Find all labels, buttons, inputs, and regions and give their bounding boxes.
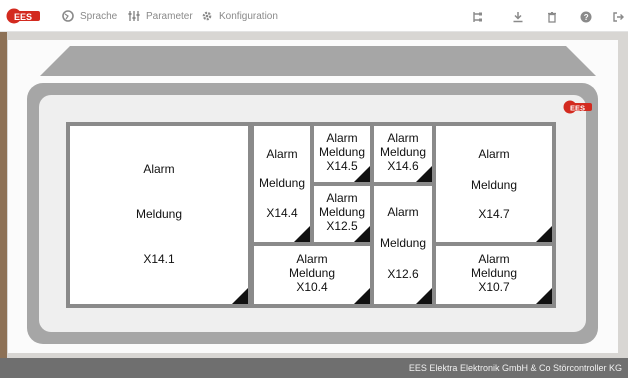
tree-icon[interactable] xyxy=(472,10,484,22)
controller-top-hood xyxy=(40,46,596,76)
alarm-label: Alarm xyxy=(387,131,419,145)
top-navigation-bar: EES Sprache Parameter Konfiguration ? xyxy=(0,0,628,32)
alarm-tile-x14-6[interactable]: Alarm Meldung X14.6 xyxy=(374,126,432,182)
alarm-tile-x14-1[interactable]: Alarm Meldung X14.1 xyxy=(70,126,248,304)
corner-triangle-icon xyxy=(354,226,370,242)
alarm-label: Alarm xyxy=(478,252,510,266)
panel-ees-logo: EES xyxy=(563,100,593,114)
corner-triangle-icon xyxy=(232,288,248,304)
nav-konfiguration-label: Konfiguration xyxy=(219,10,278,22)
meldung-label: Meldung xyxy=(258,176,306,190)
tile-id-label: X10.4 xyxy=(296,280,328,294)
corner-triangle-icon xyxy=(294,226,310,242)
meldung-label: Meldung xyxy=(288,266,336,280)
left-edge-strip xyxy=(0,32,7,358)
nav-parameter-label: Parameter xyxy=(146,10,193,22)
tile-id-label: X14.1 xyxy=(143,252,175,266)
meldung-label: Meldung xyxy=(318,205,366,219)
footer-company-text: EES Elektra Elektronik GmbH & Co Störcon… xyxy=(408,363,622,373)
tile-id-label: X14.4 xyxy=(266,206,298,220)
nav-sprache[interactable]: Sprache xyxy=(62,9,117,23)
logout-icon[interactable] xyxy=(612,10,624,22)
nav-konfiguration[interactable]: Konfiguration xyxy=(201,9,278,23)
download-icon[interactable] xyxy=(512,10,524,23)
tile-id-label: X12.6 xyxy=(387,267,419,281)
corner-triangle-icon xyxy=(416,166,432,182)
meldung-label: Meldung xyxy=(470,178,518,192)
footer-bar: EES Elektra Elektronik GmbH & Co Störcon… xyxy=(0,358,628,378)
svg-text:EES: EES xyxy=(14,12,32,22)
corner-triangle-icon xyxy=(354,288,370,304)
alarm-tile-x10-4[interactable]: Alarm Meldung X10.4 xyxy=(254,246,370,304)
meldung-label: Meldung xyxy=(318,145,366,159)
alarm-tile-x14-5[interactable]: Alarm Meldung X14.5 xyxy=(314,126,370,182)
alarm-label: Alarm xyxy=(143,162,175,176)
corner-triangle-icon xyxy=(536,226,552,242)
nav-sprache-label: Sprache xyxy=(80,10,118,22)
alarm-label: Alarm xyxy=(266,147,298,161)
alarm-tile-x10-7[interactable]: Alarm Meldung X10.7 xyxy=(436,246,552,304)
trash-icon[interactable] xyxy=(546,10,558,23)
tile-id-label: X10.7 xyxy=(478,280,510,294)
alarm-label: Alarm xyxy=(296,252,328,266)
alarm-tile-x14-4[interactable]: Alarm Meldung X14.4 xyxy=(254,126,310,242)
meldung-label: Meldung xyxy=(470,266,518,280)
ees-logo[interactable]: EES xyxy=(6,8,42,24)
corner-triangle-icon xyxy=(416,288,432,304)
svg-text:EES: EES xyxy=(570,103,585,112)
meldung-label: Meldung xyxy=(379,145,427,159)
alarm-tile-x12-5[interactable]: Alarm Meldung X12.5 xyxy=(314,186,370,242)
alarm-label: Alarm xyxy=(387,205,419,219)
help-icon[interactable]: ? xyxy=(580,10,592,23)
alarm-tile-x14-7[interactable]: Alarm Meldung X14.7 xyxy=(436,126,552,242)
nav-parameter[interactable]: Parameter xyxy=(128,9,193,23)
alarm-label: Alarm xyxy=(326,191,358,205)
corner-triangle-icon xyxy=(354,166,370,182)
gear-icon xyxy=(201,10,213,22)
tile-id-label: X14.7 xyxy=(478,207,510,221)
meldung-label: Meldung xyxy=(379,236,427,250)
corner-triangle-icon xyxy=(536,288,552,304)
svg-text:?: ? xyxy=(584,13,589,22)
alarm-label: Alarm xyxy=(326,131,358,145)
alarm-label: Alarm xyxy=(478,147,510,161)
meldung-label: Meldung xyxy=(135,207,183,221)
sliders-icon xyxy=(128,10,140,22)
alarm-tile-x12-6[interactable]: Alarm Meldung X12.6 xyxy=(374,186,432,304)
globe-icon xyxy=(62,10,74,22)
